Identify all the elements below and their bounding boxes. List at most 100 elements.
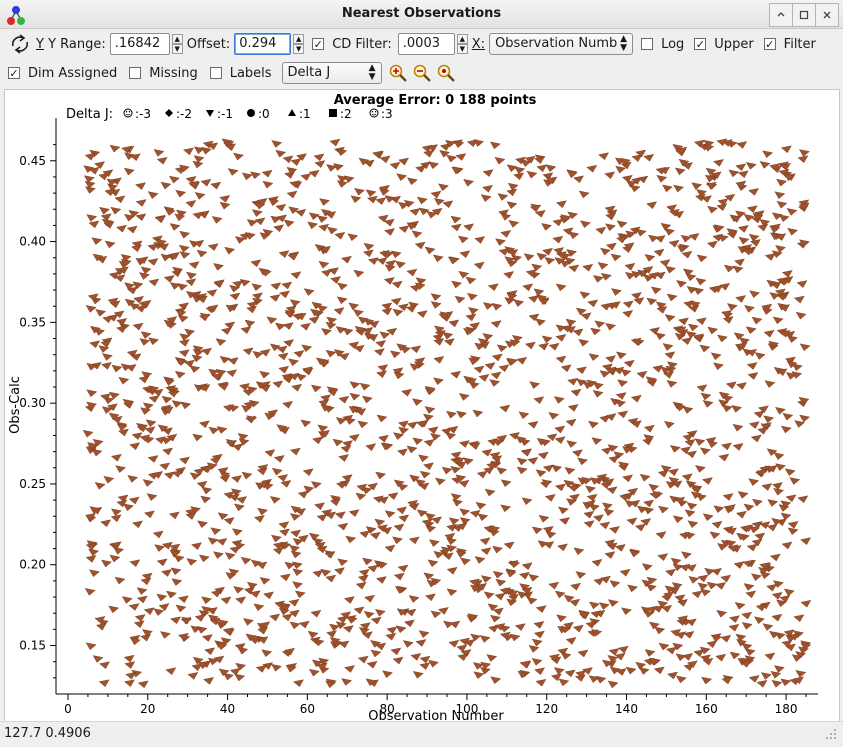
data-point <box>275 203 287 212</box>
data-point <box>623 360 635 368</box>
data-point <box>479 635 491 643</box>
data-point <box>419 662 431 670</box>
filter-checkbox[interactable]: ✓ <box>763 38 776 50</box>
data-point <box>783 588 795 597</box>
data-point <box>357 655 369 664</box>
data-point <box>548 412 560 420</box>
cd-filter-checkbox[interactable]: ✓ <box>312 38 325 50</box>
data-point <box>116 325 128 334</box>
data-point <box>257 507 269 516</box>
data-point <box>619 569 631 577</box>
data-point <box>292 568 304 577</box>
missing-label: Missing <box>149 65 198 81</box>
data-point <box>146 493 158 501</box>
zoom-reset-icon[interactable] <box>436 63 456 83</box>
log-checkbox[interactable] <box>641 38 654 50</box>
data-point <box>185 512 197 520</box>
data-point <box>697 574 709 583</box>
data-point <box>375 340 387 348</box>
data-point <box>365 189 377 198</box>
data-point <box>542 248 553 256</box>
zoom-out-icon[interactable] <box>412 63 432 83</box>
data-point <box>124 661 136 669</box>
swap-axes-icon[interactable] <box>9 33 31 55</box>
data-point <box>526 597 538 605</box>
data-point <box>308 316 320 324</box>
data-point <box>376 370 387 379</box>
offset-spinner[interactable]: ▲ ▼ <box>293 34 305 54</box>
data-point <box>762 623 774 631</box>
data-point <box>593 275 604 283</box>
data-point <box>94 482 106 490</box>
data-point <box>654 235 666 243</box>
data-point <box>459 250 471 259</box>
spin-up-icon[interactable]: ▲ <box>293 34 305 44</box>
data-point <box>616 351 627 360</box>
symbol-select[interactable]: Delta J ▲ ▼ <box>281 62 382 84</box>
zoom-in-icon[interactable] <box>388 63 408 83</box>
missing-checkbox[interactable] <box>129 67 142 79</box>
data-point <box>521 562 533 571</box>
data-point <box>235 596 246 605</box>
data-point <box>330 276 341 284</box>
data-point <box>312 569 324 578</box>
data-point <box>314 160 326 168</box>
data-point <box>215 338 227 346</box>
data-point <box>407 177 418 186</box>
data-point <box>465 313 477 322</box>
data-point <box>741 642 753 651</box>
data-point <box>672 515 684 524</box>
spin-down-icon[interactable]: ▼ <box>293 44 305 54</box>
data-point <box>487 283 499 292</box>
minimize-button[interactable] <box>769 3 793 27</box>
labels-checkbox[interactable] <box>209 67 222 79</box>
y-range-input[interactable]: .16842 <box>109 33 170 55</box>
data-point <box>518 411 530 420</box>
data-point <box>227 168 239 176</box>
data-point <box>446 588 458 597</box>
data-point <box>240 556 252 565</box>
close-button[interactable] <box>815 3 839 27</box>
spin-up-icon[interactable]: ▲ <box>456 34 468 44</box>
data-point <box>589 601 600 610</box>
data-point <box>789 477 801 485</box>
data-point <box>560 364 572 373</box>
data-point <box>599 521 611 530</box>
cd-filter-input[interactable]: .0003 <box>397 33 455 55</box>
data-point <box>578 190 590 199</box>
data-point <box>101 362 112 370</box>
spin-down-icon[interactable]: ▼ <box>456 44 468 54</box>
data-point <box>224 246 236 255</box>
data-point <box>787 527 799 536</box>
data-point <box>795 670 807 678</box>
data-point <box>272 380 284 389</box>
upper-checkbox[interactable]: ✓ <box>694 38 707 50</box>
data-point <box>702 400 714 408</box>
data-point <box>604 551 616 559</box>
data-point <box>178 339 190 347</box>
cd-filter-spinner[interactable]: ▲ ▼ <box>456 34 468 54</box>
data-point <box>317 215 328 223</box>
data-point <box>211 216 223 224</box>
data-point <box>290 550 302 559</box>
offset-input[interactable]: 0.294 <box>234 33 292 55</box>
data-point <box>653 666 665 675</box>
data-point <box>591 559 603 567</box>
data-point <box>341 255 352 264</box>
resize-grip-icon[interactable] <box>825 728 837 740</box>
data-point <box>414 241 426 250</box>
plot-panel[interactable]: Average Error: 0 188 points Delta J: :-3… <box>4 89 840 724</box>
data-point <box>126 225 138 234</box>
y-range-spinner[interactable]: ▲ ▼ <box>171 34 183 54</box>
data-point <box>209 456 221 465</box>
scatter-chart[interactable]: Average Error: 0 188 points Delta J: :-3… <box>5 90 839 724</box>
spin-down-icon[interactable]: ▼ <box>171 44 183 54</box>
data-point <box>743 503 755 512</box>
data-point <box>572 624 584 633</box>
data-point <box>433 377 444 386</box>
maximize-button[interactable] <box>792 3 816 27</box>
dim-assigned-checkbox[interactable]: ✓ <box>8 67 20 79</box>
x-axis-select[interactable]: Observation Numb ▲ ▼ <box>489 33 634 55</box>
spin-up-icon[interactable]: ▲ <box>171 34 183 44</box>
data-point <box>610 253 622 262</box>
